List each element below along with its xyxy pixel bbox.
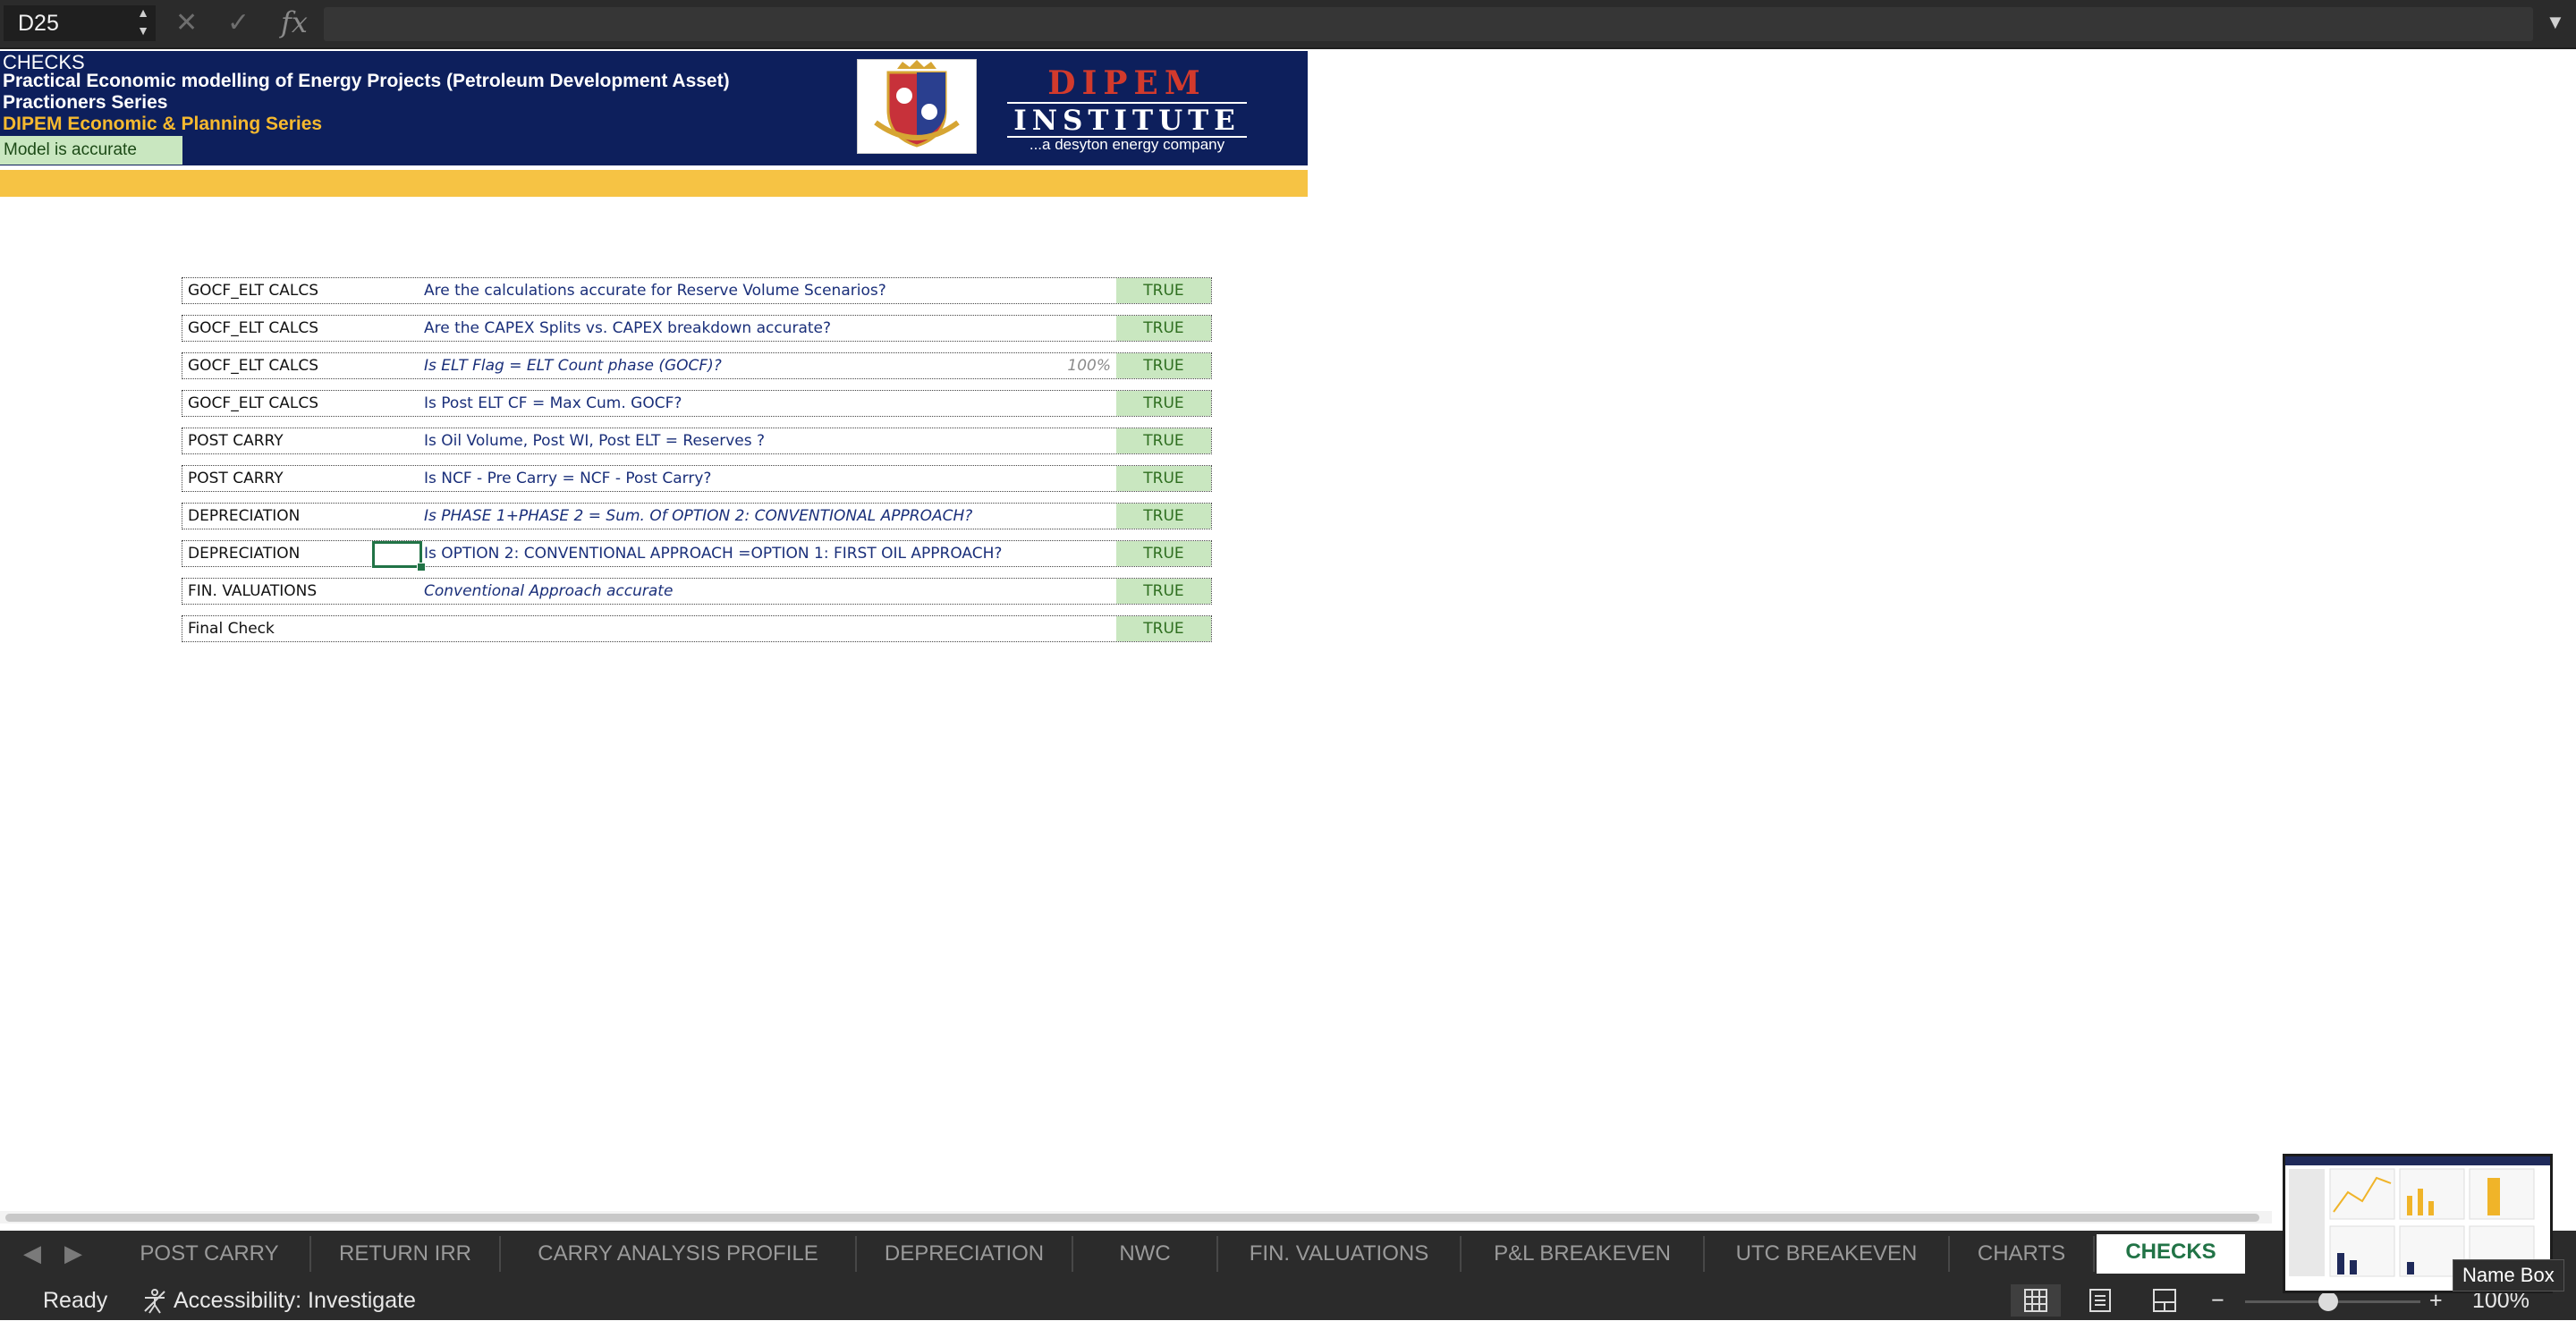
check-sheet-cell[interactable]: DEPRECIATION bbox=[188, 504, 300, 529]
check-sheet-cell[interactable]: GOCF_ELT CALCS bbox=[188, 316, 318, 341]
tab-nwc[interactable]: NWC bbox=[1073, 1236, 1218, 1272]
accessibility-status[interactable]: Accessibility: Investigate bbox=[174, 1288, 416, 1314]
formula-input[interactable] bbox=[324, 7, 2533, 41]
check-sheet-cell[interactable]: GOCF_ELT CALCS bbox=[188, 278, 318, 303]
check-question-cell[interactable]: Is NCF - Pre Carry = NCF - Post Carry? bbox=[424, 466, 711, 491]
check-sheet-cell[interactable]: Final Check bbox=[188, 616, 275, 641]
next-sheet-icon[interactable]: ▶ bbox=[64, 1240, 82, 1267]
brand-name: DIPEM bbox=[1047, 64, 1207, 102]
check-row: FIN. VALUATIONS Conventional Approach ac… bbox=[182, 578, 1212, 605]
formula-bar: D25 ▲ ▼ ✕ ✓ fx ▼ bbox=[0, 0, 2576, 49]
check-sheet-cell[interactable]: POST CARRY bbox=[188, 428, 284, 453]
brand-divider bbox=[1007, 102, 1247, 104]
check-sheet-cell[interactable]: FIN. VALUATIONS bbox=[188, 579, 317, 604]
check-question-cell[interactable]: Is Post ELT CF = Max Cum. GOCF? bbox=[424, 391, 682, 416]
expand-formula-bar-icon[interactable]: ▼ bbox=[2546, 11, 2565, 34]
check-row: DEPRECIATION Is PHASE 1+PHASE 2 = Sum. O… bbox=[182, 503, 1212, 529]
active-cell-selection[interactable] bbox=[372, 541, 422, 568]
check-result-cell[interactable]: TRUE bbox=[1116, 353, 1211, 378]
tab-depreciation[interactable]: DEPRECIATION bbox=[857, 1236, 1073, 1272]
check-result-cell[interactable]: TRUE bbox=[1116, 579, 1211, 604]
brand-institute: INSTITUTE bbox=[1013, 105, 1241, 137]
check-result-cell[interactable]: TRUE bbox=[1116, 428, 1211, 453]
spin-down-icon[interactable]: ▼ bbox=[134, 21, 152, 39]
institute-crest-logo bbox=[857, 59, 977, 154]
tab-checks[interactable]: CHECKS bbox=[2097, 1234, 2245, 1274]
insert-function-icon[interactable]: fx bbox=[281, 5, 308, 39]
check-row: GOCF_ELT CALCS Is Post ELT CF = Max Cum.… bbox=[182, 390, 1212, 417]
check-question-cell[interactable]: Are the calculations accurate for Reserv… bbox=[424, 278, 886, 303]
check-result-cell[interactable]: TRUE bbox=[1116, 391, 1211, 416]
check-sheet-cell[interactable]: DEPRECIATION bbox=[188, 541, 300, 566]
tab-utc-breakeven[interactable]: UTC BREAKEVEN bbox=[1705, 1236, 1950, 1272]
check-sheet-cell[interactable]: GOCF_ELT CALCS bbox=[188, 353, 318, 378]
horizontal-scrollbar[interactable] bbox=[0, 1211, 2272, 1224]
check-row: Final Check TRUE bbox=[182, 615, 1212, 642]
tab-post-carry[interactable]: POST CARRY bbox=[109, 1236, 311, 1272]
spin-up-icon[interactable]: ▲ bbox=[134, 4, 152, 21]
name-box[interactable]: D25 bbox=[4, 5, 156, 41]
model-status-badge[interactable]: Model is accurate bbox=[0, 136, 182, 165]
check-question-cell[interactable]: Is Oil Volume, Post WI, Post ELT = Reser… bbox=[424, 428, 765, 453]
check-result-cell[interactable]: TRUE bbox=[1116, 541, 1211, 566]
check-row: POST CARRY Is Oil Volume, Post WI, Post … bbox=[182, 428, 1212, 454]
brand-tagline: ...a desyton energy company bbox=[1029, 136, 1225, 153]
check-sheet-cell[interactable]: GOCF_ELT CALCS bbox=[188, 391, 318, 416]
check-row: DEPRECIATION Is OPTION 2: CONVENTIONAL A… bbox=[182, 540, 1212, 572]
check-sheet-cell[interactable]: POST CARRY bbox=[188, 466, 284, 491]
normal-view-icon[interactable] bbox=[2011, 1284, 2061, 1317]
page-break-view-icon[interactable] bbox=[2140, 1284, 2190, 1317]
check-result-cell[interactable]: TRUE bbox=[1116, 316, 1211, 341]
accessibility-icon[interactable] bbox=[141, 1288, 168, 1321]
tab-carry-analysis-profile[interactable]: CARRY ANALYSIS PROFILE bbox=[501, 1236, 857, 1272]
check-question-cell[interactable]: Is PHASE 1+PHASE 2 = Sum. Of OPTION 2: C… bbox=[424, 504, 972, 529]
series-brand-line: DIPEM Economic & Planning Series bbox=[3, 114, 323, 134]
check-row: GOCF_ELT CALCS Is ELT Flag = ELT Count p… bbox=[182, 352, 1212, 379]
previous-sheet-icon[interactable]: ◀ bbox=[23, 1240, 41, 1267]
check-result-cell[interactable]: TRUE bbox=[1116, 278, 1211, 303]
name-box-tooltip: Name Box bbox=[2453, 1259, 2564, 1291]
scrollbar-thumb[interactable] bbox=[5, 1214, 2259, 1222]
check-percent-cell[interactable]: 100% bbox=[1067, 353, 1111, 378]
check-question-cell[interactable]: Conventional Approach accurate bbox=[424, 579, 673, 604]
check-row: GOCF_ELT CALCS Are the CAPEX Splits vs. … bbox=[182, 315, 1212, 342]
cancel-icon[interactable]: ✕ bbox=[175, 7, 198, 39]
name-box-spinner[interactable]: ▲ ▼ bbox=[134, 4, 152, 43]
page-layout-view-icon[interactable] bbox=[2075, 1284, 2125, 1317]
check-result-cell[interactable]: TRUE bbox=[1116, 616, 1211, 641]
check-question-cell[interactable]: Are the CAPEX Splits vs. CAPEX breakdown… bbox=[424, 316, 831, 341]
check-result-cell[interactable]: TRUE bbox=[1116, 504, 1211, 529]
enter-check-icon[interactable]: ✓ bbox=[227, 7, 250, 39]
tab-charts[interactable]: CHARTS bbox=[1950, 1236, 2095, 1272]
check-question-cell[interactable]: Is OPTION 2: CONVENTIONAL APPROACH =OPTI… bbox=[424, 541, 1002, 566]
check-row: POST CARRY Is NCF - Pre Carry = NCF - Po… bbox=[182, 465, 1212, 492]
model-title: Practical Economic modelling of Energy P… bbox=[3, 71, 730, 91]
check-row: GOCF_ELT CALCS Are the calculations accu… bbox=[182, 277, 1212, 304]
zoom-out-button[interactable]: − bbox=[2211, 1288, 2224, 1314]
tab-pl-breakeven[interactable]: P&L BREAKEVEN bbox=[1462, 1236, 1705, 1272]
ready-status: Ready bbox=[43, 1288, 108, 1313]
tab-fin-valuations[interactable]: FIN. VALUATIONS bbox=[1218, 1236, 1462, 1272]
tab-return-irr[interactable]: RETURN IRR bbox=[311, 1236, 501, 1272]
series-line: Practioners Series bbox=[3, 92, 168, 113]
header-accent-band bbox=[0, 170, 1308, 197]
status-bar: Ready Accessibility: Investigate − + 100… bbox=[0, 1281, 2576, 1320]
check-question-cell[interactable]: Is ELT Flag = ELT Count phase (GOCF)? bbox=[424, 353, 722, 378]
check-result-cell[interactable]: TRUE bbox=[1116, 466, 1211, 491]
sheet-tab-bar: ◀ ▶ POST CARRY RETURN IRR CARRY ANALYSIS… bbox=[0, 1231, 2576, 1281]
